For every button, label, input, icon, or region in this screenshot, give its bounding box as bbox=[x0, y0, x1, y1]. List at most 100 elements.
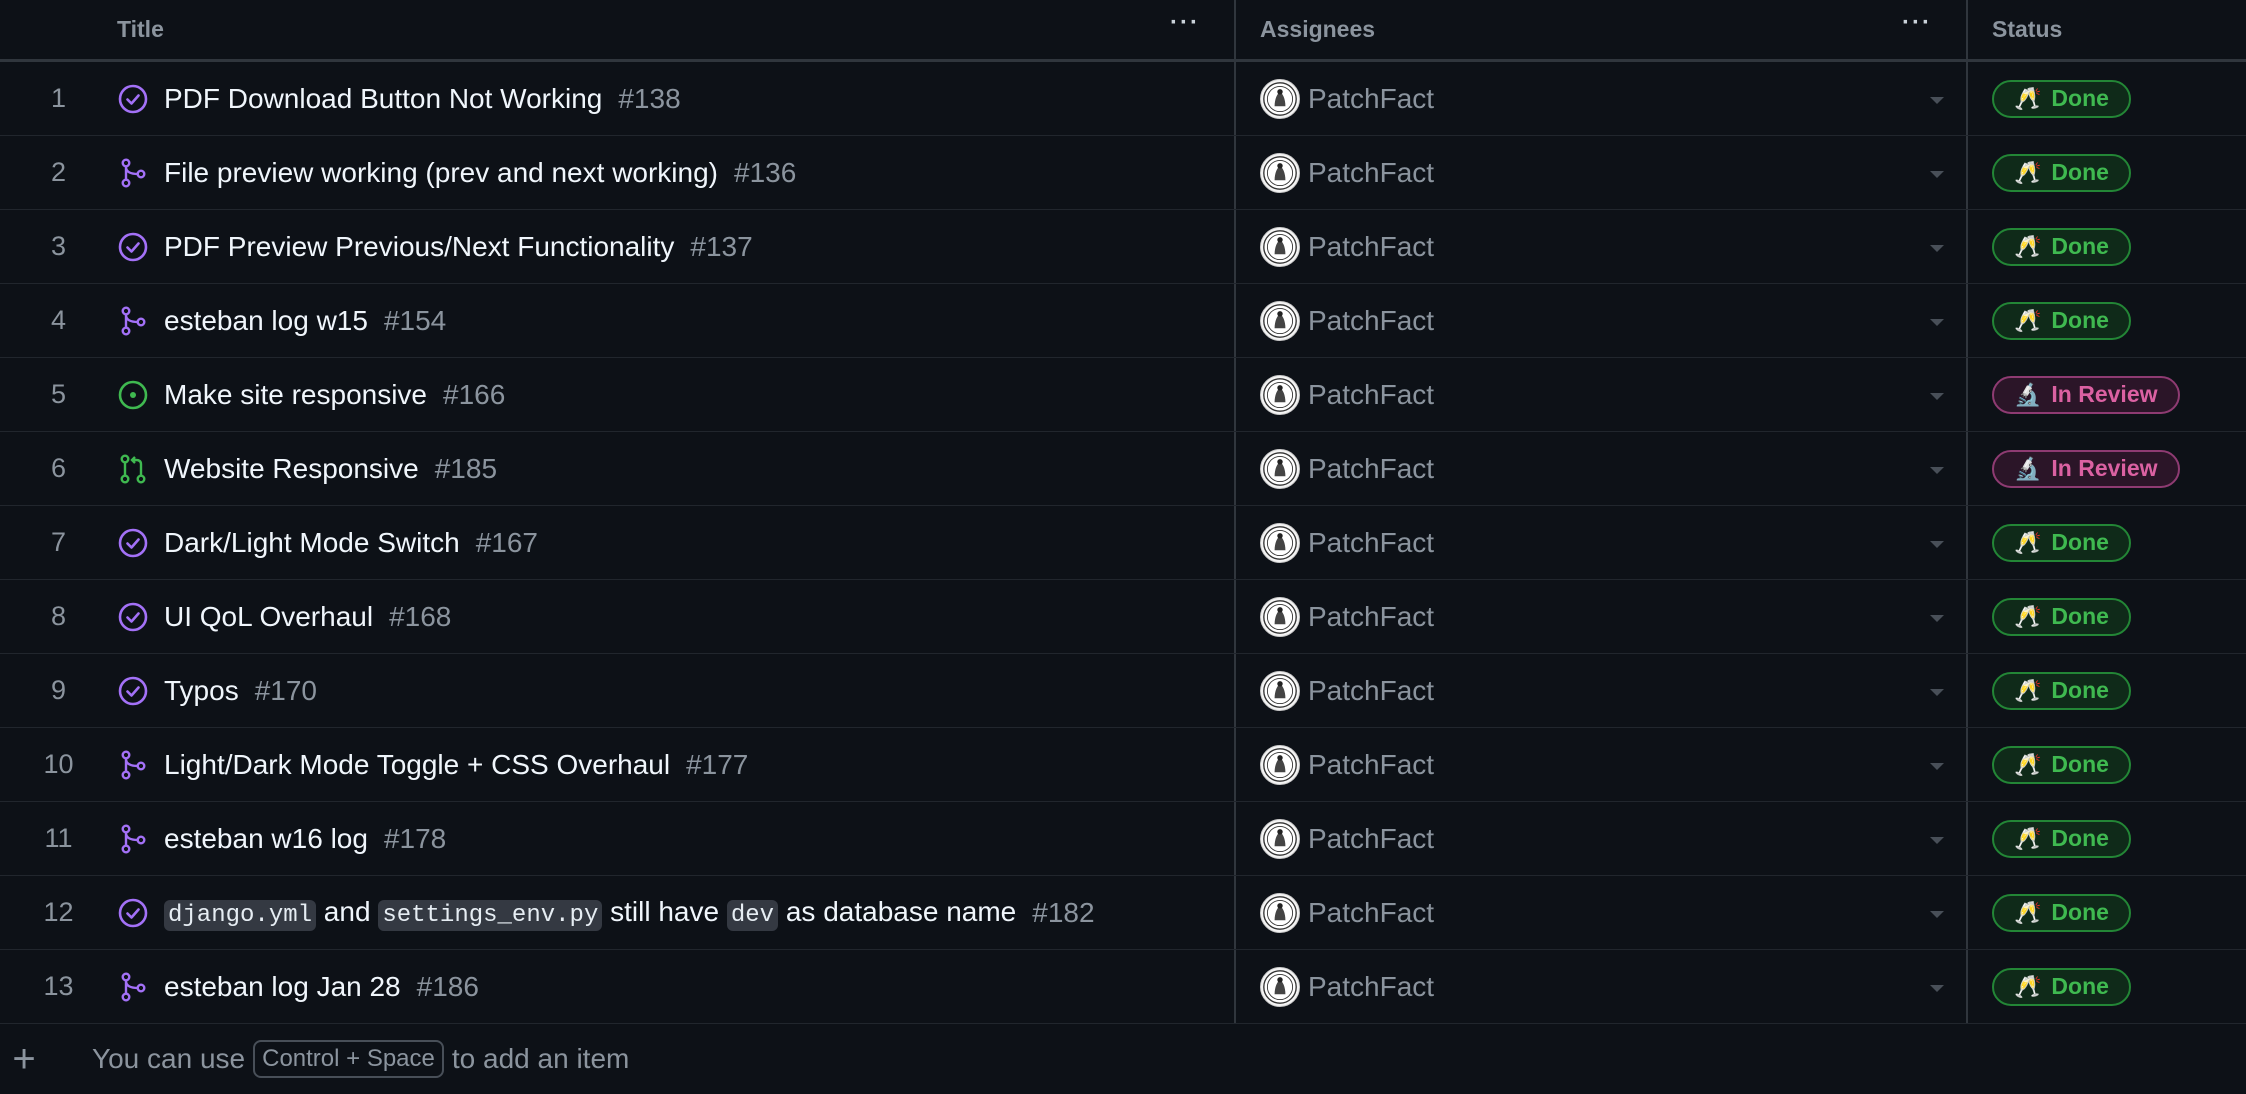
table-row[interactable]: 11 esteban w16 log #178 PatchFact 🥂 Done bbox=[0, 802, 2246, 876]
table-row[interactable]: 2 File preview working (prev and next wo… bbox=[0, 136, 2246, 210]
item-number[interactable]: #168 bbox=[389, 601, 451, 633]
status-cell[interactable]: 🥂 Done bbox=[1968, 210, 2246, 283]
table-row[interactable]: 8 UI QoL Overhaul #168 PatchFact 🥂 Done bbox=[0, 580, 2246, 654]
table-row[interactable]: 9 Typos #170 PatchFact 🥂 Done bbox=[0, 654, 2246, 728]
status-cell[interactable]: 🔬 In Review bbox=[1968, 432, 2246, 505]
status-cell[interactable]: 🥂 Done bbox=[1968, 506, 2246, 579]
chevron-down-icon[interactable] bbox=[1930, 540, 1944, 548]
item-number[interactable]: #185 bbox=[435, 453, 497, 485]
row-number[interactable]: 12 bbox=[0, 876, 117, 949]
item-title-link[interactable]: django.yml and settings_env.py still hav… bbox=[164, 896, 1016, 931]
item-number[interactable]: #136 bbox=[734, 157, 796, 189]
column-menu-icon[interactable]: ··· bbox=[1902, 11, 1932, 35]
item-title-link[interactable]: PDF Preview Previous/Next Functionality bbox=[164, 231, 674, 263]
assignees-cell[interactable]: PatchFact bbox=[1236, 654, 1968, 727]
chevron-down-icon[interactable] bbox=[1930, 688, 1944, 696]
row-number[interactable]: 8 bbox=[0, 580, 117, 653]
status-cell[interactable]: 🥂 Done bbox=[1968, 136, 2246, 209]
status-cell[interactable]: 🥂 Done bbox=[1968, 580, 2246, 653]
column-menu-icon[interactable]: ··· bbox=[1170, 11, 1200, 35]
item-title-link[interactable]: Website Responsive bbox=[164, 453, 419, 485]
item-title-link[interactable]: esteban w16 log bbox=[164, 823, 368, 855]
chevron-down-icon[interactable] bbox=[1930, 614, 1944, 622]
status-cell[interactable]: 🥂 Done bbox=[1968, 802, 2246, 875]
assignees-cell[interactable]: PatchFact bbox=[1236, 358, 1968, 431]
item-title-link[interactable]: Make site responsive bbox=[164, 379, 427, 411]
item-title-link[interactable]: Dark/Light Mode Switch bbox=[164, 527, 460, 559]
row-number[interactable]: 9 bbox=[0, 654, 117, 727]
table-row[interactable]: 13 esteban log Jan 28 #186 PatchFact 🥂 D… bbox=[0, 950, 2246, 1024]
row-number[interactable]: 4 bbox=[0, 284, 117, 357]
status-cell[interactable]: 🔬 In Review bbox=[1968, 358, 2246, 431]
status-badge[interactable]: 🥂 Done bbox=[1992, 153, 2131, 192]
status-cell[interactable]: 🥂 Done bbox=[1968, 876, 2246, 949]
row-number[interactable]: 6 bbox=[0, 432, 117, 505]
item-number[interactable]: #178 bbox=[384, 823, 446, 855]
status-badge[interactable]: 🥂 Done bbox=[1992, 79, 2131, 118]
item-number[interactable]: #186 bbox=[417, 971, 479, 1003]
row-number[interactable]: 11 bbox=[0, 802, 117, 875]
status-badge[interactable]: 🥂 Done bbox=[1992, 523, 2131, 562]
chevron-down-icon[interactable] bbox=[1930, 392, 1944, 400]
table-row[interactable]: 1 PDF Download Button Not Working #138 P… bbox=[0, 62, 2246, 136]
item-number[interactable]: #137 bbox=[690, 231, 752, 263]
status-badge[interactable]: 🥂 Done bbox=[1992, 301, 2131, 340]
assignees-cell[interactable]: PatchFact bbox=[1236, 210, 1968, 283]
row-number[interactable]: 5 bbox=[0, 358, 117, 431]
assignees-cell[interactable]: PatchFact bbox=[1236, 136, 1968, 209]
status-badge[interactable]: 🥂 Done bbox=[1992, 819, 2131, 858]
status-badge[interactable]: 🥂 Done bbox=[1992, 597, 2131, 636]
table-row[interactable]: 7 Dark/Light Mode Switch #167 PatchFact … bbox=[0, 506, 2246, 580]
status-cell[interactable]: 🥂 Done bbox=[1968, 62, 2246, 135]
row-number[interactable]: 10 bbox=[0, 728, 117, 801]
table-row[interactable]: 10 Light/Dark Mode Toggle + CSS Overhaul… bbox=[0, 728, 2246, 802]
column-header-title[interactable]: Title ··· bbox=[0, 0, 1236, 59]
item-number[interactable]: #177 bbox=[686, 749, 748, 781]
table-row[interactable]: 12 django.yml and settings_env.py still … bbox=[0, 876, 2246, 950]
assignees-cell[interactable]: PatchFact bbox=[1236, 506, 1968, 579]
row-number[interactable]: 2 bbox=[0, 136, 117, 209]
chevron-down-icon[interactable] bbox=[1930, 984, 1944, 992]
item-number[interactable]: #170 bbox=[255, 675, 317, 707]
row-number[interactable]: 7 bbox=[0, 506, 117, 579]
item-title-link[interactable]: PDF Download Button Not Working bbox=[164, 83, 602, 115]
status-cell[interactable]: 🥂 Done bbox=[1968, 284, 2246, 357]
status-badge[interactable]: 🥂 Done bbox=[1992, 893, 2131, 932]
item-title-link[interactable]: esteban log Jan 28 bbox=[164, 971, 401, 1003]
status-badge[interactable]: 🥂 Done bbox=[1992, 227, 2131, 266]
assignees-cell[interactable]: PatchFact bbox=[1236, 950, 1968, 1023]
table-row[interactable]: 4 esteban log w15 #154 PatchFact 🥂 Done bbox=[0, 284, 2246, 358]
item-title-link[interactable]: esteban log w15 bbox=[164, 305, 368, 337]
chevron-down-icon[interactable] bbox=[1930, 244, 1944, 252]
status-cell[interactable]: 🥂 Done bbox=[1968, 950, 2246, 1023]
assignees-cell[interactable]: PatchFact bbox=[1236, 62, 1968, 135]
item-number[interactable]: #182 bbox=[1032, 897, 1094, 929]
assignees-cell[interactable]: PatchFact bbox=[1236, 580, 1968, 653]
item-title-link[interactable]: Light/Dark Mode Toggle + CSS Overhaul bbox=[164, 749, 670, 781]
status-cell[interactable]: 🥂 Done bbox=[1968, 654, 2246, 727]
assignees-cell[interactable]: PatchFact bbox=[1236, 728, 1968, 801]
assignees-cell[interactable]: PatchFact bbox=[1236, 284, 1968, 357]
row-number[interactable]: 3 bbox=[0, 210, 117, 283]
chevron-down-icon[interactable] bbox=[1930, 910, 1944, 918]
chevron-down-icon[interactable] bbox=[1930, 318, 1944, 326]
chevron-down-icon[interactable] bbox=[1930, 836, 1944, 844]
item-title-link[interactable]: Typos bbox=[164, 675, 239, 707]
add-item-button[interactable]: + bbox=[0, 1037, 48, 1082]
status-badge[interactable]: 🥂 Done bbox=[1992, 745, 2131, 784]
chevron-down-icon[interactable] bbox=[1930, 170, 1944, 178]
item-title-link[interactable]: UI QoL Overhaul bbox=[164, 601, 373, 633]
item-number[interactable]: #167 bbox=[476, 527, 538, 559]
column-header-assignees[interactable]: Assignees ··· bbox=[1236, 0, 1968, 59]
row-number[interactable]: 1 bbox=[0, 62, 117, 135]
assignees-cell[interactable]: PatchFact bbox=[1236, 876, 1968, 949]
table-row[interactable]: 3 PDF Preview Previous/Next Functionalit… bbox=[0, 210, 2246, 284]
status-badge[interactable]: 🥂 Done bbox=[1992, 967, 2131, 1006]
status-badge[interactable]: 🔬 In Review bbox=[1992, 375, 2180, 414]
item-number[interactable]: #138 bbox=[618, 83, 680, 115]
chevron-down-icon[interactable] bbox=[1930, 96, 1944, 104]
status-badge[interactable]: 🥂 Done bbox=[1992, 671, 2131, 710]
column-header-status[interactable]: Status bbox=[1968, 0, 2246, 59]
chevron-down-icon[interactable] bbox=[1930, 762, 1944, 770]
status-badge[interactable]: 🔬 In Review bbox=[1992, 449, 2180, 488]
